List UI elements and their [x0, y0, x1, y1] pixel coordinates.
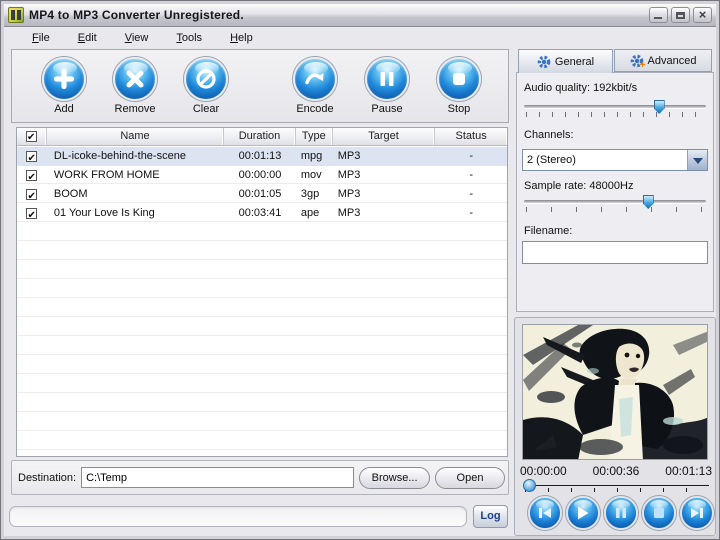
audio-quality-slider[interactable] [524, 100, 706, 117]
column-name[interactable]: Name [47, 128, 225, 145]
maximize-icon [676, 12, 685, 19]
channels-value: 2 (Stereo) [527, 154, 576, 166]
open-button[interactable]: Open [435, 466, 505, 489]
table-row[interactable]: WORK FROM HOME 00:00:00 mov MP3 - [17, 166, 507, 185]
column-duration[interactable]: Duration [224, 128, 296, 145]
pause-icon [365, 57, 409, 101]
seek-slider-thumb[interactable] [522, 479, 536, 492]
destination-panel: Destination: Browse... Open [11, 460, 509, 495]
menu-view[interactable]: View [111, 29, 163, 47]
menu-edit[interactable]: Edit [64, 29, 111, 47]
stop-icon [437, 57, 481, 101]
encode-button[interactable]: Encode [284, 57, 346, 115]
table-row[interactable]: BOOM 00:01:05 3gp MP3 - [17, 185, 507, 204]
no-entry-icon [184, 57, 228, 101]
maximize-button[interactable] [671, 7, 690, 23]
table-row[interactable]: 01 Your Love Is King 00:03:41 ape MP3 - [17, 204, 507, 223]
tab-advanced[interactable]: + Advanced [614, 49, 712, 72]
menu-help[interactable]: Help [216, 29, 267, 47]
row-checkbox[interactable] [26, 170, 38, 181]
minimize-button[interactable] [649, 7, 668, 23]
tab-general[interactable]: General [518, 49, 613, 73]
channels-dropdown[interactable]: 2 (Stereo) [522, 149, 708, 171]
channels-label: Channels: [524, 129, 574, 141]
menu-tools[interactable]: Tools [162, 29, 216, 47]
player-panel: 00:00:00 00:00:36 00:01:13 [514, 317, 716, 536]
window-title: MP4 to MP3 Converter Unregistered. [29, 8, 244, 22]
skip-back-button[interactable] [528, 496, 562, 530]
time-elapsed: 00:00:00 [520, 464, 567, 478]
app-icon [8, 7, 24, 23]
stop-button[interactable]: Stop [428, 57, 490, 115]
column-target[interactable]: Target [333, 128, 436, 145]
close-button[interactable]: × [693, 7, 712, 23]
time-current: 00:00:36 [592, 464, 640, 478]
table-row[interactable]: DL-icoke-behind-the-scene 00:01:13 mpg M… [17, 147, 507, 166]
x-icon [113, 57, 157, 101]
filename-label: Filename: [524, 225, 573, 237]
file-list: Name Duration Type Target Status DL-icok… [16, 127, 508, 457]
select-all-checkbox[interactable] [25, 129, 37, 145]
stop-playback-button[interactable] [642, 496, 676, 530]
gear-icon [537, 55, 551, 69]
add-button[interactable]: Add [33, 57, 95, 115]
progress-bar [9, 506, 467, 527]
filename-input[interactable] [522, 241, 708, 264]
destination-label: Destination: [18, 471, 77, 484]
seek-slider[interactable] [522, 479, 709, 497]
time-display: 00:00:00 00:00:36 00:01:13 [520, 464, 712, 478]
browse-button[interactable]: Browse... [359, 466, 431, 489]
row-checkbox[interactable] [26, 208, 38, 219]
row-checkbox[interactable] [26, 189, 38, 200]
video-preview [522, 324, 708, 460]
destination-input[interactable] [81, 467, 355, 488]
audio-quality-label: Audio quality: 192kbit/s [524, 82, 638, 94]
column-status[interactable]: Status [435, 128, 507, 145]
sample-rate-slider[interactable] [524, 195, 706, 212]
gear-plus-icon: + [630, 54, 646, 70]
play-button[interactable] [566, 496, 600, 530]
minimize-icon [654, 17, 662, 19]
close-icon: × [698, 7, 707, 22]
table-header: Name Duration Type Target Status [17, 128, 507, 146]
toolbar: Add Remove Clear Encode Pause Stop [11, 49, 509, 123]
column-type[interactable]: Type [296, 128, 333, 145]
time-total: 00:01:13 [665, 464, 712, 478]
sample-rate-label: Sample rate: 48000Hz [524, 180, 634, 192]
clear-button[interactable]: Clear [175, 57, 237, 115]
title-bar: MP4 to MP3 Converter Unregistered. × [4, 4, 716, 27]
log-button[interactable]: Log [473, 505, 508, 528]
chevron-down-icon [693, 158, 703, 164]
pause-button[interactable]: Pause [356, 57, 418, 115]
curved-arrow-icon [293, 57, 337, 101]
remove-button[interactable]: Remove [104, 57, 166, 115]
menu-bar: File Edit View Tools Help [4, 27, 716, 48]
app-window: MP4 to MP3 Converter Unregistered. × Fil… [0, 0, 720, 540]
menu-file[interactable]: File [18, 29, 64, 47]
select-all-header[interactable] [17, 128, 47, 145]
skip-forward-button[interactable] [680, 496, 714, 530]
row-checkbox[interactable] [26, 151, 38, 162]
plus-icon [42, 57, 86, 101]
dropdown-button[interactable] [687, 150, 707, 170]
pause-playback-button[interactable] [604, 496, 638, 530]
